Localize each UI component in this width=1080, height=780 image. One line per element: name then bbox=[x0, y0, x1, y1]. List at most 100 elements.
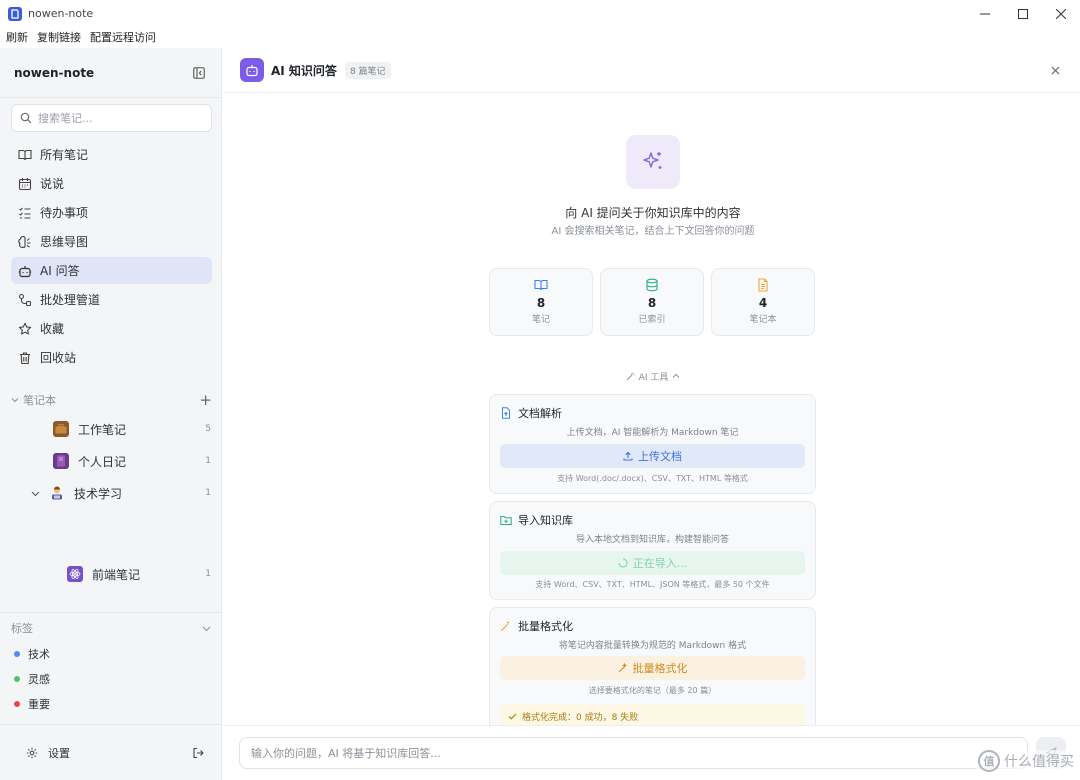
notebook-count: 1 bbox=[205, 569, 211, 579]
chevron-down-icon bbox=[11, 396, 19, 404]
add-notebook-button[interactable]: + bbox=[199, 392, 212, 408]
nav-label: 待办事项 bbox=[40, 206, 89, 220]
nav-label: 收藏 bbox=[40, 322, 65, 336]
watermark-text: 什么值得买 bbox=[1004, 754, 1074, 770]
nav-trash[interactable]: 回收站 bbox=[11, 344, 212, 371]
window-titlebar: nowen-note bbox=[0, 0, 1080, 27]
tag-color-dot bbox=[14, 701, 20, 707]
briefcase-icon bbox=[53, 421, 69, 437]
workflow-icon bbox=[17, 292, 33, 308]
tool-header: 批量格式化 bbox=[500, 618, 573, 634]
stat-value: 8 bbox=[536, 296, 546, 310]
minimize-button[interactable] bbox=[966, 0, 1004, 27]
tag-color-dot bbox=[14, 676, 20, 682]
tool-note: 支持 Word、CSV、TXT、HTML、JSON 等格式，最多 50 个文件 bbox=[535, 580, 770, 589]
tool-description: 导入本地文档到知识库，构建智能问答 bbox=[575, 535, 729, 545]
search-box bbox=[11, 104, 212, 132]
nav-favorites[interactable]: 收藏 bbox=[11, 315, 212, 342]
tag-name: 技术 bbox=[28, 648, 50, 661]
tool-note: 选择要格式化的笔记（最多 20 篇） bbox=[588, 686, 717, 695]
file-upload-icon bbox=[500, 407, 512, 419]
note-count-badge: 8 篇笔记 bbox=[344, 61, 391, 79]
maximize-button[interactable] bbox=[1004, 0, 1042, 27]
logout-icon[interactable] bbox=[192, 747, 204, 759]
stat-value: 4 bbox=[758, 296, 768, 310]
format-result-text: 格式化完成：0 成功，8 失败 bbox=[522, 712, 639, 723]
tool-description: 上传文档，AI 智能解析为 Markdown 笔记 bbox=[566, 428, 739, 438]
upload-document-button[interactable]: 上传文档 bbox=[500, 444, 805, 468]
trash-icon bbox=[17, 350, 33, 366]
nav-ai-qa[interactable]: AI 问答 bbox=[11, 257, 212, 284]
tag-color-dot bbox=[14, 651, 20, 657]
nav-label: 说说 bbox=[40, 177, 65, 191]
nav-mindmap[interactable]: 思维导图 bbox=[11, 228, 212, 255]
gear-icon[interactable] bbox=[26, 747, 38, 759]
magic-wand-icon bbox=[500, 620, 512, 632]
stat-label: 笔记 bbox=[531, 315, 550, 325]
bot-icon bbox=[17, 263, 33, 279]
page-title: AI 知识问答 bbox=[271, 63, 337, 78]
search-input[interactable] bbox=[38, 111, 198, 125]
chevron-down-icon bbox=[202, 624, 211, 633]
close-icon[interactable] bbox=[1047, 62, 1063, 78]
notebook-item-work[interactable]: 工作笔记 5 bbox=[0, 415, 222, 443]
notebook-item-diary[interactable]: 个人日记 1 bbox=[0, 447, 222, 475]
stat-card-notebooks: 4 笔记本 bbox=[711, 268, 815, 336]
ai-tools-toggle[interactable]: AI 工具 bbox=[603, 369, 703, 383]
technologist-icon bbox=[49, 485, 65, 501]
notebook-count: 1 bbox=[205, 488, 211, 498]
stat-label: 已索引 bbox=[638, 315, 666, 325]
upload-icon bbox=[623, 451, 633, 461]
notebooks-header-label: 笔记本 bbox=[23, 394, 56, 407]
folder-plus-icon bbox=[500, 514, 512, 526]
stat-label: 笔记本 bbox=[749, 315, 777, 325]
tag-item-tech[interactable]: 技术 bbox=[14, 646, 50, 662]
tag-item-inspiration[interactable]: 灵感 bbox=[14, 671, 50, 687]
tool-title: 导入知识库 bbox=[518, 514, 573, 527]
notebook-count: 5 bbox=[205, 424, 211, 434]
collapse-sidebar-icon[interactable] bbox=[191, 65, 207, 81]
watermark: 值 什么值得买 bbox=[976, 750, 1076, 772]
search-icon bbox=[20, 112, 32, 124]
book-open-icon bbox=[17, 147, 33, 163]
database-icon bbox=[645, 278, 659, 292]
sidebar-nav: 所有笔记 说说 待办事项 思维导图 AI 问答 批处理管道 收藏 回收站 bbox=[11, 141, 212, 373]
notebook-item-frontend[interactable]: 前端笔记 1 bbox=[0, 560, 222, 588]
menu-remote-access[interactable]: 配置远程访问 bbox=[90, 27, 156, 48]
star-icon bbox=[17, 321, 33, 337]
tags-header[interactable]: 标签 bbox=[11, 620, 211, 636]
notebook-item-tech[interactable]: 技术学习 1 bbox=[0, 479, 222, 507]
file-text-icon bbox=[756, 278, 770, 292]
menu-copy-link[interactable]: 复制链接 bbox=[37, 27, 81, 48]
nav-label: 回收站 bbox=[40, 351, 77, 365]
notebook-name: 前端笔记 bbox=[92, 567, 141, 582]
magic-wand-icon bbox=[626, 372, 635, 381]
nav-batch-pipeline[interactable]: 批处理管道 bbox=[11, 286, 212, 313]
sidebar: nowen-note 所有笔记 说说 待办事项 思维导图 AI 问答 bbox=[0, 48, 222, 780]
nav-moments[interactable]: 说说 bbox=[11, 170, 212, 197]
notebook-count: 1 bbox=[205, 456, 211, 466]
question-input[interactable] bbox=[239, 737, 1028, 769]
main-panel: AI 知识问答 8 篇笔记 向 AI 提问关于你知识库中的内容 AI 会搜索相关… bbox=[223, 48, 1080, 780]
hero-title: 向 AI 提问关于你知识库中的内容 bbox=[565, 206, 741, 220]
nav-label: 批处理管道 bbox=[40, 293, 101, 307]
notebooks-header[interactable]: 笔记本 + bbox=[0, 390, 222, 410]
settings-button[interactable]: 设置 bbox=[48, 745, 70, 761]
nav-all-notes[interactable]: 所有笔记 bbox=[11, 141, 212, 168]
tag-name: 灵感 bbox=[28, 673, 50, 686]
book-open-icon bbox=[534, 278, 548, 292]
calendar-icon bbox=[17, 176, 33, 192]
nav-todos[interactable]: 待办事项 bbox=[11, 199, 212, 226]
notebook-name: 个人日记 bbox=[78, 454, 127, 469]
tool-title: 批量格式化 bbox=[518, 620, 573, 633]
import-button[interactable]: 正在导入... bbox=[500, 551, 805, 575]
tag-item-important[interactable]: 重要 bbox=[14, 696, 50, 712]
close-window-button[interactable] bbox=[1042, 0, 1080, 27]
app-logo-icon bbox=[8, 6, 22, 21]
question-input-area: 值 什么值得买 bbox=[223, 725, 1080, 780]
bot-icon bbox=[240, 58, 264, 82]
menu-refresh[interactable]: 刷新 bbox=[6, 27, 28, 48]
batch-format-button[interactable]: 批量格式化 bbox=[500, 656, 805, 680]
chevron-down-icon[interactable] bbox=[31, 489, 40, 498]
main-header: AI 知识问答 8 篇笔记 bbox=[223, 48, 1080, 93]
